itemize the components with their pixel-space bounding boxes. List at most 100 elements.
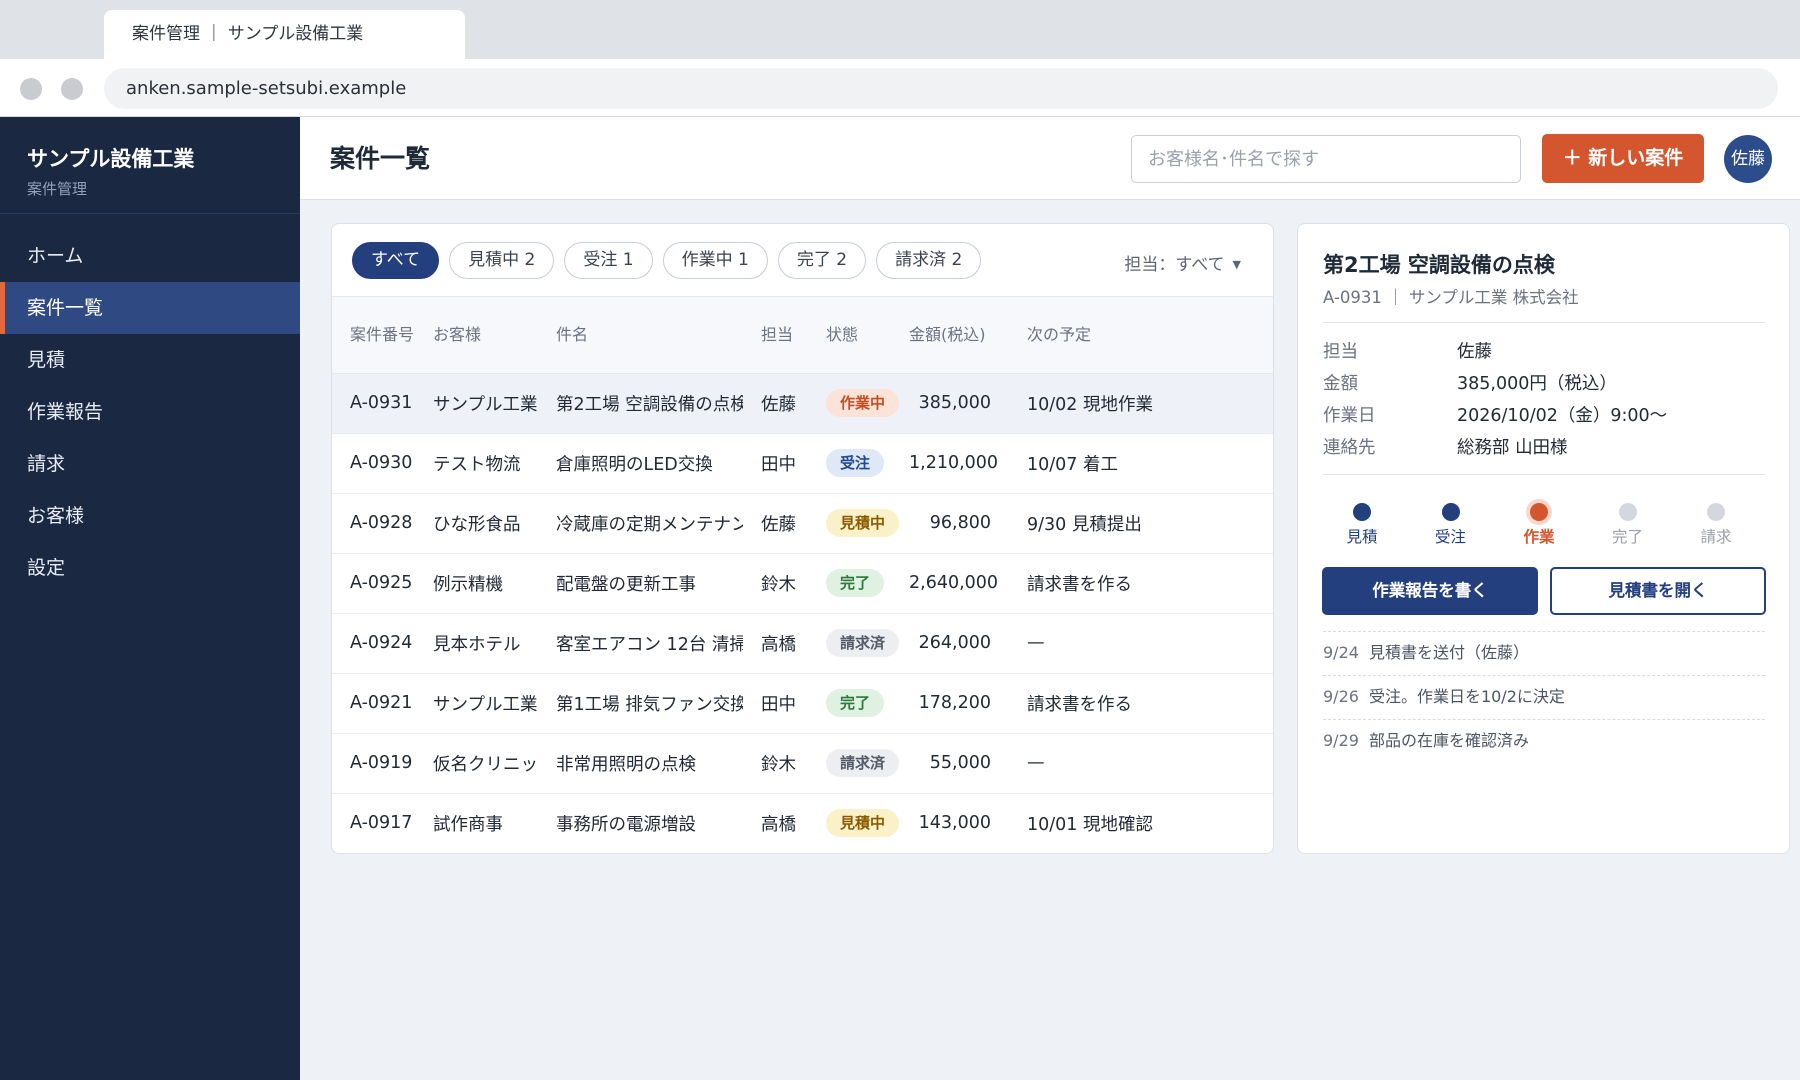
table-row[interactable]: A-0925 例示精機 配電盤の更新工事 鈴木 完了 2,640,000 請求書を作る <box>332 553 1273 614</box>
cell-subject: 倉庫照明のLED交換 <box>538 433 743 494</box>
search-input[interactable] <box>1131 135 1521 183</box>
step-label: 作業 <box>1523 528 1555 546</box>
cell-next: 9/30 見積提出 <box>1009 493 1273 554</box>
cell-amount: 264,000 <box>909 613 1009 674</box>
cell-customer: 試作商事 <box>415 793 538 853</box>
cell-customer: サンプル工業 <box>415 673 538 734</box>
cell-amount: 96,800 <box>909 493 1009 554</box>
cell-status: 完了 <box>808 553 909 614</box>
timeline-text: 受注。作業日を10/2に決定 <box>1368 687 1565 706</box>
timeline-date: 9/29 <box>1323 731 1359 750</box>
cell-id: A-0925 <box>332 553 415 614</box>
sidebar-item-customers[interactable]: お客様 <box>0 490 300 542</box>
cell-customer: テスト物流 <box>415 433 538 494</box>
cell-id: A-0921 <box>332 673 415 734</box>
cell-subject: 冷蔵庫の定期メンテナンス <box>538 493 743 554</box>
cell-status: 作業中 <box>808 373 909 434</box>
cell-subject: 第1工場 排気ファン交換 <box>538 673 743 734</box>
column-header-subject[interactable]: 件名 <box>538 297 743 374</box>
cell-subject: 事務所の電源増設 <box>538 793 743 853</box>
table-row[interactable]: A-0930 テスト物流 倉庫照明のLED交換 田中 受注 1,210,000 10/07 … <box>332 433 1273 494</box>
column-header-id[interactable]: 案件番号 <box>332 297 415 374</box>
cell-next: 請求書を作る <box>1009 673 1273 734</box>
sidebar-item-invoices[interactable]: 請求 <box>0 438 300 490</box>
column-header-assignee[interactable]: 担当 <box>743 297 808 374</box>
assignee-filter-label: 担当：すべて <box>1124 255 1225 275</box>
status-filter-chips: すべて 見積中 2 受注 1 作業中 1 完了 2 請求済 2 <box>352 242 982 279</box>
cell-amount: 143,000 <box>909 793 1009 853</box>
avatar[interactable]: 佐藤 <box>1724 135 1772 183</box>
cell-customer: 見本ホテル <box>415 613 538 674</box>
status-badge: 作業中 <box>826 389 900 417</box>
forward-button[interactable] <box>61 78 83 100</box>
timeline-date: 9/24 <box>1323 643 1359 662</box>
detail-subtitle: A-0931 ｜ サンプル工業 株式会社 <box>1323 288 1579 307</box>
table-row[interactable]: A-0924 見本ホテル 客室エアコン 12台 清掃 高橋 請求済 264,000— <box>332 613 1273 674</box>
filter-chip-ordered[interactable]: 受注 1 <box>564 242 653 279</box>
column-header-customer[interactable]: お客様 <box>415 297 538 374</box>
step-dot-icon <box>1530 503 1548 521</box>
cell-customer: サンプル工業 <box>415 373 538 434</box>
cell-subject: 客室エアコン 12台 清掃 <box>538 613 743 674</box>
cell-customer: 仮名クリニック <box>415 733 538 794</box>
open-estimate-button[interactable]: 見積書を開く <box>1550 567 1766 615</box>
field-value: 385,000円（税込） <box>1457 374 1617 394</box>
sidebar-item-estimates[interactable]: 見積 <box>0 334 300 386</box>
cell-subject: 非常用照明の点検 <box>538 733 743 794</box>
sidebar-item-settings[interactable]: 設定 <box>0 542 300 594</box>
filter-chip-invoiced[interactable]: 請求済 2 <box>876 242 982 279</box>
field-key: 担当 <box>1323 342 1358 362</box>
table-row[interactable]: A-0921 サンプル工業 第1工場 排気ファン交換 田中 完了 178,200 請求書を作… <box>332 673 1273 734</box>
timeline-text: 見積書を送付（佐藤） <box>1368 643 1529 662</box>
cell-assignee: 高橋 <box>743 613 808 674</box>
brand-name: サンプル設備工業 <box>27 147 195 171</box>
table-row[interactable]: A-0931 サンプル工業 第2工場 空調設備の点検 佐藤 作業中 385,000 10/0… <box>332 373 1273 434</box>
filter-chip-completed[interactable]: 完了 2 <box>777 242 867 279</box>
browser-tab[interactable]: 案件管理 ｜ サンプル設備工業 <box>104 10 465 59</box>
timeline-text: 部品の在庫を確認済み <box>1368 731 1529 750</box>
timeline-item: 9/29 部品の在庫を確認済み <box>1323 719 1765 763</box>
browser-tab-bar: 案件管理 ｜ サンプル設備工業 <box>0 0 1800 59</box>
assignee-filter-dropdown[interactable]: 担当：すべて ▼ <box>1124 250 1241 275</box>
filter-chip-estimating[interactable]: 見積中 2 <box>449 242 555 279</box>
sidebar-nav: ホーム 案件一覧 見積 作業報告 請求 お客様 設定 <box>0 230 300 594</box>
filter-chip-all[interactable]: すべて <box>352 242 440 279</box>
project-list-panel: すべて 見積中 2 受注 1 作業中 1 完了 2 請求済 2 担当：すべて ▼ … <box>331 223 1274 854</box>
table-header-row: 案件番号 お客様 件名 担当 状態 金額(税込) 次の予定 <box>332 297 1273 374</box>
status-badge: 見積中 <box>826 509 900 537</box>
column-header-next[interactable]: 次の予定 <box>1009 297 1273 374</box>
sidebar-item-home[interactable]: ホーム <box>0 230 300 282</box>
field-value: 総務部 山田様 <box>1457 438 1568 458</box>
write-work-report-button[interactable]: 作業報告を書く <box>1322 567 1538 615</box>
table-row[interactable]: A-0928ひな形食品冷蔵庫の定期メンテナンス佐藤見積中 96,8009/30 見… <box>332 493 1273 554</box>
progress-stepper: 見積 受注 作業 完了 請求 <box>1323 503 1765 555</box>
brand: サンプル設備工業 案件管理 <box>0 117 300 214</box>
cell-next: 10/02 現地作業 <box>1009 373 1273 434</box>
address-bar[interactable]: anken.sample-setsubi.example <box>104 68 1778 109</box>
divider <box>1323 322 1765 323</box>
column-header-amount[interactable]: 金額(税込) <box>909 297 1009 374</box>
sidebar-item-work-reports[interactable]: 作業報告 <box>0 386 300 438</box>
sidebar: サンプル設備工業 案件管理 ホーム 案件一覧 見積 作業報告 請求 お客様 設定 <box>0 117 300 1080</box>
table-row[interactable]: A-0919仮名クリニック非常用照明の点検鈴木請求済 55,000— <box>332 733 1273 794</box>
sidebar-item-projects[interactable]: 案件一覧 <box>0 282 300 334</box>
table-row[interactable]: A-0917 試作商事 事務所の電源増設 高橋 見積中 143,000 10/01 現地確認 <box>332 793 1273 853</box>
caret-down-icon: ▼ <box>1232 258 1241 271</box>
cell-id: A-0919 <box>332 733 415 794</box>
cell-next: 10/01 現地確認 <box>1009 793 1273 853</box>
cell-assignee: 鈴木 <box>743 553 808 614</box>
cell-subject: 第2工場 空調設備の点検 <box>538 373 743 434</box>
new-project-button[interactable]: ＋ 新しい案件 <box>1542 134 1704 183</box>
cell-customer: 例示精機 <box>415 553 538 614</box>
cell-status: 受注 <box>808 433 909 494</box>
cell-id: A-0930 <box>332 433 415 494</box>
column-header-status[interactable]: 状態 <box>808 297 909 374</box>
cell-status: 完了 <box>808 673 909 734</box>
step-label: 見積 <box>1346 528 1378 546</box>
back-button[interactable] <box>20 78 42 100</box>
progress-step: 完了 <box>1584 503 1672 547</box>
cell-assignee: 高橋 <box>743 793 808 853</box>
filter-chip-in-progress[interactable]: 作業中 1 <box>662 242 768 279</box>
divider <box>1323 474 1765 475</box>
step-dot-icon <box>1618 503 1637 521</box>
